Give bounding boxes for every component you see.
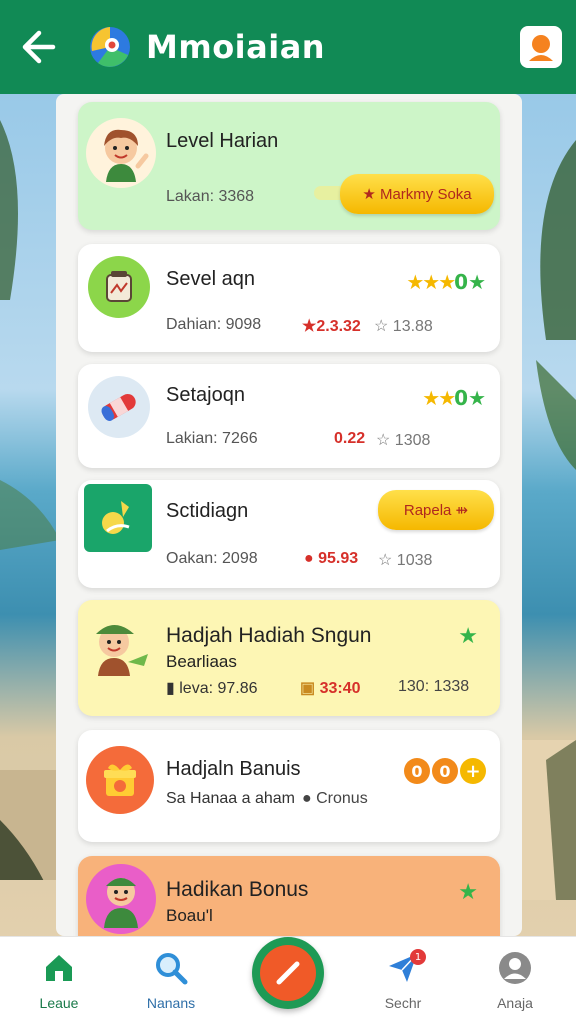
list-item-sctidiagn[interactable]: Sctidiagn Rapela ⇻ Oakan: 2098 ● 95.93 ☆… [78, 480, 500, 588]
palm-tree-right [516, 140, 576, 900]
nav-label: Anaja [497, 995, 533, 1011]
coin-badge: 0 [432, 758, 458, 784]
star-rating: ★★★0★ [406, 270, 486, 294]
card-subline: Sa Hanaa a aham [166, 790, 295, 807]
points-value: ★2.3.32 [302, 318, 361, 335]
paper-plane-icon: 1 [358, 949, 448, 987]
card-subline: ▮ leva: 97.86 [166, 680, 258, 697]
card-title: Setajoqn [166, 384, 245, 406]
list-item-hadjah-hadiah[interactable]: Hadjah Hadiah Sngun Bearliaas ▮ leva: 97… [78, 600, 500, 716]
search-icon [126, 949, 216, 987]
kid-waving-avatar [86, 118, 156, 188]
star-rating: ★★0★ [422, 386, 486, 410]
secondary-value: 130: 1338 [398, 678, 470, 695]
card-title: Sevel aqn [166, 268, 255, 290]
pencil-icon [260, 945, 316, 1001]
secondary-value: ☆ 1308 [376, 432, 431, 449]
nav-item-nanans[interactable]: Nanans [126, 949, 216, 1011]
nav-item-anaja[interactable]: Anaja [470, 949, 560, 1011]
bonus-value: ● Cronus [302, 790, 368, 807]
kid-hat-avatar [82, 610, 152, 680]
nav-item-sechr[interactable]: 1 Sechr [358, 949, 448, 1011]
user-icon [470, 949, 560, 987]
claim-button[interactable]: ★ Markmy Soka [340, 174, 494, 214]
reward-badges: 0 0 + [404, 758, 486, 784]
nav-label: Nanans [146, 995, 196, 1011]
nav-item-leaue[interactable]: Leaue [14, 949, 104, 1011]
card-subline: Lakian: 7266 [166, 430, 258, 447]
top-app-bar: Mmoiaian [0, 0, 576, 94]
card-subtitle: Bearliaas [166, 652, 237, 671]
card-title: Sctidiagn [166, 500, 249, 522]
home-icon [14, 949, 104, 987]
add-badge[interactable]: + [460, 758, 486, 784]
card-title: Hadjaln Banuis [166, 758, 301, 780]
secondary-value: ☆ 1038 [378, 552, 433, 569]
app-title: Mmoiaian [146, 28, 326, 66]
card-title: Hadjah Hadiah Sngun [166, 624, 372, 647]
list-item-sevel-aqn[interactable]: Sevel aqn ★★★0★ Dahian: 9098 ★2.3.32 ☆ 1… [78, 244, 500, 352]
card-subtitle: Boau'l [166, 906, 213, 925]
list-item-level-harian[interactable]: Level Harian Lakan: 3368 ★ Markmy Soka [78, 102, 500, 230]
notification-badge: 1 [410, 949, 426, 965]
list-item-hadikan-bonus[interactable]: Hadikan Bonus Boau'l ★ [78, 856, 500, 936]
points-value: 0.22 [334, 430, 366, 447]
gift-box-icon [86, 746, 154, 814]
points-value: ▣ 33:40 [300, 680, 361, 697]
chest-icon: ▣ [300, 680, 316, 697]
app-logo-icon [88, 25, 132, 69]
card-subline: Lakan: 3368 [166, 188, 255, 205]
quest-list-panel: Level Harian Lakan: 3368 ★ Markmy Soka S… [56, 94, 522, 936]
secondary-value: ☆ 13.88 [374, 318, 433, 335]
list-item-hadjaln-banuis[interactable]: Hadjaln Banuis 0 0 + Sa Hanaa a aham ● C… [78, 730, 500, 842]
card-subline: Oakan: 2098 [166, 550, 258, 567]
card-title: Hadikan Bonus [166, 878, 309, 901]
edit-fab-button[interactable] [252, 937, 324, 1009]
jar-icon [88, 256, 150, 318]
nav-label: Sechr [384, 995, 422, 1011]
arrow-left-icon[interactable] [14, 24, 60, 70]
rapela-button[interactable]: Rapela ⇻ [378, 490, 494, 530]
star-icon: ★ [458, 624, 478, 649]
bandage-icon [88, 376, 150, 438]
profile-icon[interactable] [520, 26, 562, 68]
kid-green-avatar [86, 864, 156, 934]
card-title: Level Harian [166, 130, 279, 152]
card-subline: Dahian: 9098 [166, 316, 262, 333]
star-icon: ★ [458, 880, 478, 905]
points-value: ● 95.93 [304, 550, 359, 567]
bottom-navigation: Leaue Nanans 1 Sechr Anaja [0, 936, 576, 1024]
nav-label: Leaue [39, 995, 79, 1011]
coin-badge: 0 [404, 758, 430, 784]
palm-tree-left [0, 120, 60, 880]
list-item-setajoqn[interactable]: Setajoqn ★★0★ Lakian: 7266 0.22 ☆ 1308 [78, 364, 500, 468]
hand-coin-icon [84, 484, 152, 552]
